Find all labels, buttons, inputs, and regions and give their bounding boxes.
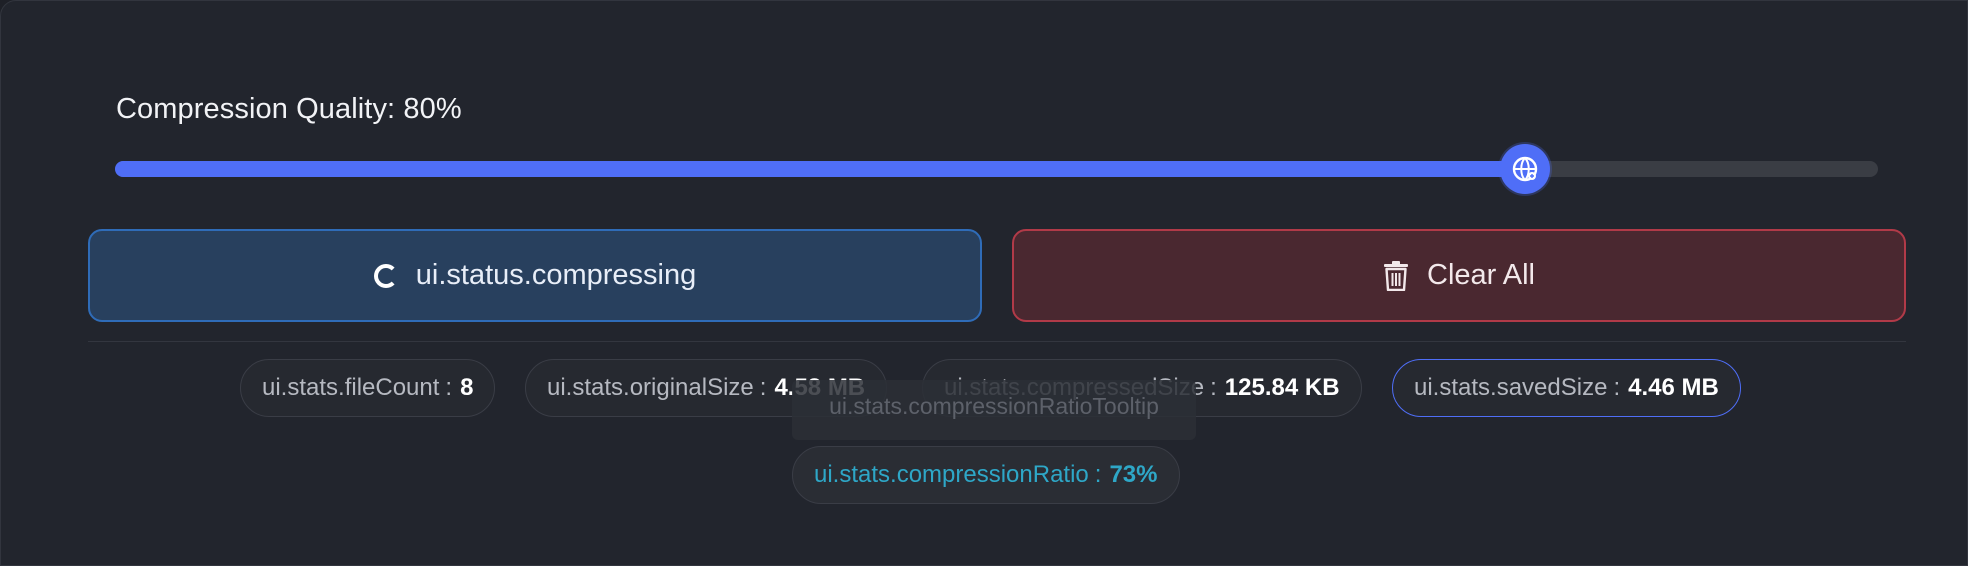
stat-compression-ratio-key: ui.stats.compressionRatio [814, 461, 1089, 488]
stat-saved-size-sep: : [1613, 374, 1621, 401]
compress-button[interactable]: ui.status.compressing [88, 229, 982, 322]
compression-ratio-tooltip: ui.stats.compressionRatioTooltip [792, 380, 1196, 440]
stat-compression-ratio-value: 73% [1109, 461, 1158, 488]
quality-slider[interactable] [115, 144, 1878, 194]
quality-slider-fill [115, 161, 1526, 177]
stat-original-size-key: ui.stats.originalSize [547, 374, 754, 401]
spinner-icon [373, 263, 398, 288]
stat-file-count-value: 8 [460, 374, 474, 401]
stat-saved-size-key: ui.stats.savedSize [1414, 374, 1608, 401]
quality-slider-thumb[interactable] [1500, 144, 1551, 194]
stat-compression-ratio[interactable]: ui.stats.compressionRatio : 73% [792, 446, 1180, 504]
clear-all-button-label: Clear All [1427, 259, 1535, 291]
stat-saved-size: ui.stats.savedSize : 4.46 MB [1392, 359, 1741, 417]
stat-compression-ratio-sep: : [1094, 461, 1102, 488]
clear-all-button[interactable]: Clear All [1012, 229, 1906, 322]
stat-compressed-size-value: 125.84 KB [1224, 374, 1340, 401]
globe-icon [1513, 156, 1538, 182]
divider [88, 341, 1906, 342]
stat-original-size-sep: : [759, 374, 767, 401]
compression-panel: Compression Quality: 80% ui.status.compr… [0, 0, 1968, 566]
compress-button-label: ui.status.compressing [415, 259, 697, 291]
stat-file-count-sep: : [445, 374, 453, 401]
stat-saved-size-value: 4.46 MB [1628, 374, 1719, 401]
compression-quality-label: Compression Quality: 80% [116, 93, 462, 125]
trash-icon [1384, 260, 1408, 291]
stat-file-count: ui.stats.fileCount : 8 [240, 359, 496, 417]
stat-compressed-size-sep: : [1210, 374, 1217, 401]
stat-file-count-key: ui.stats.fileCount [262, 374, 440, 401]
